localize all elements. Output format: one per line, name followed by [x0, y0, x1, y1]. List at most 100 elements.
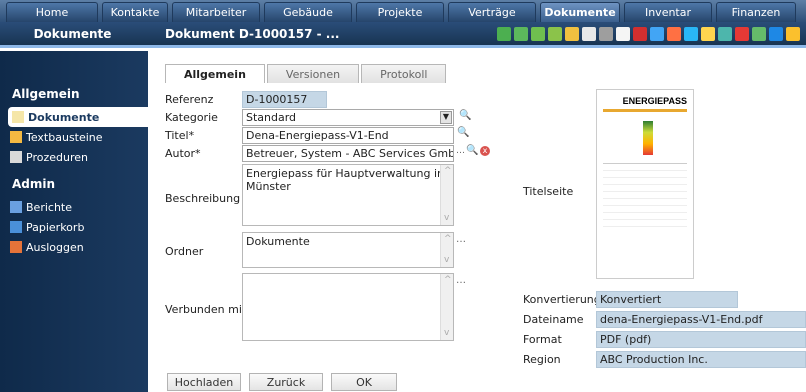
kategorie-value: Standard [246, 111, 297, 124]
sidebar-item-prozeduren[interactable]: Prozeduren [0, 147, 148, 167]
nav-tab-gebaeude[interactable]: Gebäude [264, 2, 352, 22]
more-icon[interactable]: … [456, 234, 466, 245]
trash-icon [10, 221, 22, 233]
nav-tab-kontakte[interactable]: Kontakte [102, 2, 168, 22]
logout-icon [10, 241, 22, 253]
sidebar-item-label: Dokumente [28, 110, 100, 124]
titelseite-label: Titelseite [523, 185, 574, 198]
badge-divider [603, 109, 687, 112]
konvertierung-field: Konvertiert [596, 291, 738, 308]
dateiname-label: Dateiname [523, 313, 584, 326]
scrollbar[interactable] [440, 274, 453, 340]
folder-icon[interactable] [701, 27, 715, 41]
verbunden-field[interactable] [242, 273, 454, 341]
document-title: Dokument D-1000157 - ... [165, 26, 340, 41]
sidebar-heading-general: Allgemein [12, 87, 80, 101]
refresh-icon[interactable] [752, 27, 766, 41]
scrollbar[interactable] [440, 233, 453, 267]
copy-icon[interactable] [531, 27, 545, 41]
document-thumbnail[interactable]: ENERGIEPASS [596, 89, 694, 279]
more-icon[interactable]: … [456, 146, 465, 156]
section-title: Dokumente [33, 26, 112, 41]
verbunden-label: Verbunden mit [165, 303, 247, 316]
back-button[interactable]: Zurück [249, 373, 323, 391]
ordner-value: Dokumente [246, 235, 310, 248]
autor-label: Autor* [165, 147, 201, 160]
tab-versionen[interactable]: Versionen [266, 64, 360, 83]
konvertierung-label: Konvertierung [523, 293, 601, 306]
print-icon[interactable] [769, 27, 783, 41]
pen-icon [10, 131, 22, 143]
autor-field[interactable]: Betreuer, System - ABC Services GmbH [242, 145, 454, 162]
nav-tab-dokumente[interactable]: Dokumente [540, 2, 620, 22]
link-icon[interactable] [565, 27, 579, 41]
beschreibung-textarea[interactable]: Energiepass für Hauptverwaltung in Münst… [242, 164, 454, 226]
ordner-label: Ordner [165, 245, 204, 258]
search-icon[interactable]: 🔍 [466, 145, 478, 156]
tab-protokoll[interactable]: Protokoll [361, 64, 447, 83]
document-icon [12, 111, 24, 123]
more-icon[interactable]: … [456, 275, 466, 286]
sidebar-item-textbausteine[interactable]: Textbausteine [0, 127, 148, 147]
remove-icon[interactable]: x [480, 146, 490, 156]
sidebar-heading-admin: Admin [12, 177, 56, 191]
sidebar-item-label: Berichte [26, 200, 72, 214]
titel-field[interactable]: Dena-Energiepass-V1-End [242, 127, 454, 144]
sidebar-item-label: Prozeduren [26, 150, 88, 164]
region-label: Region [523, 353, 561, 366]
nav-tab-vertraege[interactable]: Verträge [448, 2, 536, 22]
tab-bar: Allgemein Versionen Protokoll [165, 64, 447, 83]
export-icon[interactable] [667, 27, 681, 41]
add-icon[interactable] [514, 27, 528, 41]
sidebar-item-ausloggen[interactable]: Ausloggen [0, 237, 148, 257]
pdf-icon[interactable] [633, 27, 647, 41]
title-bar: Dokumente Dokument D-1000157 - ... [0, 22, 806, 48]
referenz-field: D-1000157 [242, 91, 327, 108]
tab-allgemein[interactable]: Allgemein [165, 64, 265, 83]
energiepass-badge: ENERGIEPASS [622, 96, 687, 106]
top-navigation: Home Kontakte Mitarbeiter Gebäude Projek… [0, 0, 806, 22]
sidebar: Allgemein Dokumente Textbausteine Prozed… [0, 51, 148, 392]
nav-tab-mitarbeiter[interactable]: Mitarbeiter [172, 2, 260, 22]
format-label: Format [523, 333, 562, 346]
region-field: ABC Production Inc. [596, 351, 806, 368]
document-icon[interactable] [582, 27, 596, 41]
beschreibung-value: Energiepass für Hauptverwaltung in Münst… [246, 167, 445, 193]
sidebar-item-label: Papierkorb [26, 220, 85, 234]
procedure-icon [10, 151, 22, 163]
mail-icon[interactable] [650, 27, 664, 41]
scrollbar[interactable] [440, 165, 453, 225]
search-icon[interactable]: 🔍 [457, 127, 469, 138]
search-icon[interactable]: 🔍 [459, 110, 471, 121]
sidebar-item-papierkorb[interactable]: Papierkorb [0, 217, 148, 237]
edit-icon[interactable] [548, 27, 562, 41]
document-text-graphic [603, 163, 687, 233]
main-panel: Allgemein Versionen Protokoll Referenz D… [148, 51, 806, 392]
sidebar-item-berichte[interactable]: Berichte [0, 197, 148, 217]
nav-tab-projekte[interactable]: Projekte [356, 2, 444, 22]
nav-tab-inventar[interactable]: Inventar [624, 2, 712, 22]
delete-icon[interactable] [735, 27, 749, 41]
page-icon[interactable] [616, 27, 630, 41]
dateiname-field: dena-Energiepass-V1-End.pdf [596, 311, 806, 328]
chevron-down-icon[interactable]: ▼ [440, 111, 452, 124]
nav-tab-home[interactable]: Home [6, 2, 98, 22]
ordner-field[interactable]: Dokumente [242, 232, 454, 268]
nav-tab-finanzen[interactable]: Finanzen [716, 2, 796, 22]
lock-icon[interactable] [786, 27, 800, 41]
referenz-label: Referenz [165, 93, 214, 106]
energy-scale-graphic [603, 115, 687, 159]
sidebar-item-label: Ausloggen [26, 240, 84, 254]
format-field: PDF (pdf) [596, 331, 806, 348]
info-icon[interactable] [684, 27, 698, 41]
titel-label: Titel* [165, 129, 195, 142]
sidebar-item-dokumente[interactable]: Dokumente [8, 107, 148, 127]
wrench-icon[interactable] [718, 27, 732, 41]
beschreibung-label: Beschreibung [165, 192, 241, 205]
sidebar-item-label: Textbausteine [26, 130, 103, 144]
tools-icon[interactable] [599, 27, 613, 41]
new-icon[interactable] [497, 27, 511, 41]
ok-button[interactable]: OK [331, 373, 397, 391]
upload-button[interactable]: Hochladen [167, 373, 241, 391]
kategorie-select[interactable]: Standard ▼ [242, 109, 454, 126]
